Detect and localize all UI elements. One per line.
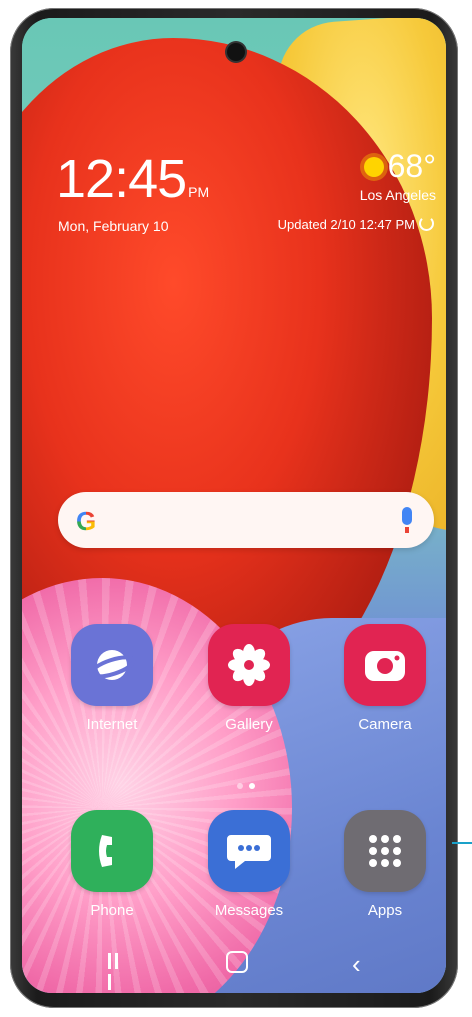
- phone-icon: [71, 810, 153, 892]
- flower-icon: [208, 624, 290, 706]
- page-dot-active: [249, 783, 255, 789]
- weather-temperature: 68°: [387, 148, 436, 184]
- weather-city: Los Angeles: [359, 187, 436, 203]
- weather-widget[interactable]: 68° Los Angeles: [256, 148, 436, 203]
- app-camera[interactable]: Camera: [330, 624, 440, 733]
- clock-date: Mon, February 10: [58, 218, 169, 234]
- app-drawer[interactable]: Apps: [330, 810, 440, 919]
- home-screen: 12:45 PM Mon, February 10 68° Los Angeles…: [22, 18, 446, 993]
- app-label: Apps: [367, 902, 403, 919]
- front-camera: [227, 43, 245, 61]
- clock-time: 12:45: [56, 149, 187, 209]
- app-label: Internet: [86, 716, 138, 733]
- google-logo-icon: G: [76, 506, 97, 536]
- refresh-icon[interactable]: [419, 216, 434, 231]
- app-internet[interactable]: Internet: [57, 624, 167, 733]
- sun-icon: [363, 156, 384, 177]
- navigation-bar: ‹: [22, 931, 446, 993]
- weather-updated-text: Updated 2/10 12:47 PM: [277, 217, 415, 232]
- planet-icon: [71, 624, 153, 706]
- chat-bubble-icon: [208, 810, 290, 892]
- app-label: Messages: [214, 902, 284, 919]
- home-button[interactable]: [226, 951, 248, 973]
- callout-line: [452, 842, 472, 844]
- app-label: Phone: [90, 902, 134, 919]
- google-search-bar[interactable]: G: [58, 492, 434, 548]
- app-phone[interactable]: Phone: [57, 810, 167, 919]
- page-indicator[interactable]: [234, 776, 258, 794]
- page-dot: [237, 783, 243, 789]
- weather-updated: Updated 2/10 12:47 PM: [278, 216, 434, 232]
- recents-button[interactable]: [108, 953, 126, 990]
- mic-icon[interactable]: [402, 507, 412, 533]
- clock-widget[interactable]: 12:45 PM: [56, 148, 209, 210]
- back-button[interactable]: ‹: [352, 949, 361, 980]
- app-label: Camera: [358, 716, 412, 733]
- grid-icon: [344, 810, 426, 892]
- app-label: Gallery: [225, 716, 273, 733]
- app-gallery[interactable]: Gallery: [194, 624, 304, 733]
- camera-icon: [344, 624, 426, 706]
- app-messages[interactable]: Messages: [194, 810, 304, 919]
- clock-ampm: PM: [188, 184, 210, 200]
